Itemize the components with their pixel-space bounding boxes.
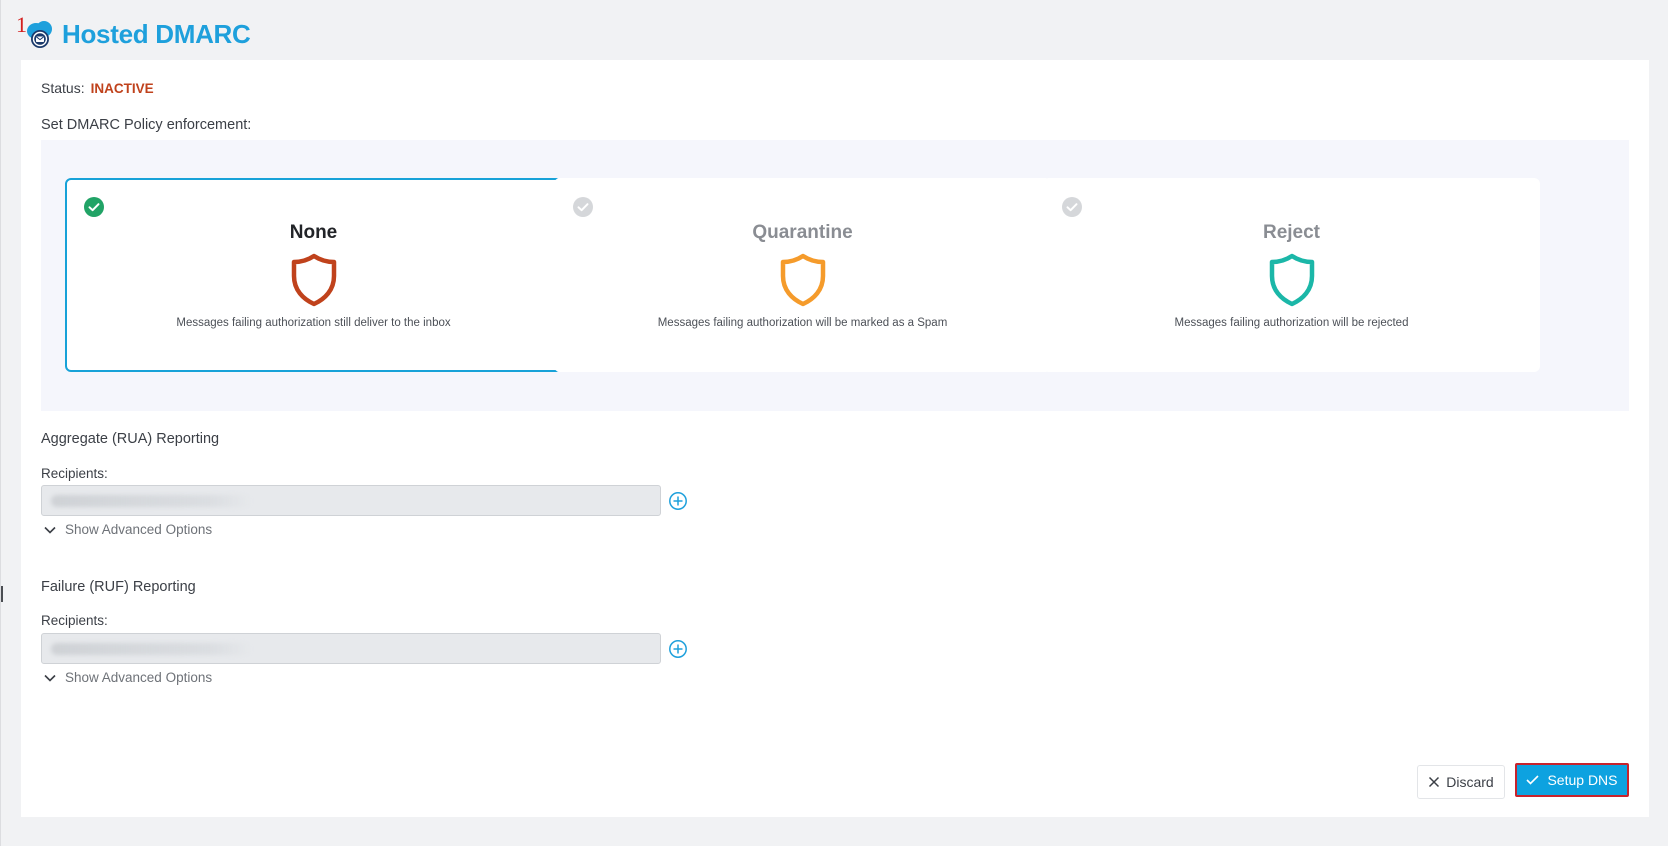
cloud-mail-logo-icon (27, 21, 52, 48)
add-recipient-icon[interactable] (668, 491, 688, 511)
app-title: Hosted DMARC (62, 18, 251, 49)
setup-dns-button[interactable]: Setup DNS (1515, 763, 1629, 797)
main-panel: Status: INACTIVE Set DMARC Policy enforc… (21, 60, 1649, 817)
policy-card-none[interactable]: None Messages failing authorization stil… (65, 178, 562, 372)
ruf-section-title: Failure (RUF) Reporting (41, 579, 196, 595)
policy-description: Messages failing authorization will be m… (657, 317, 948, 329)
close-icon (1429, 776, 1440, 788)
policy-description: Messages failing authorization will be r… (1174, 317, 1409, 329)
policy-section-label: Set DMARC Policy enforcement: (41, 117, 252, 133)
app-header: Hosted DMARC (24, 18, 251, 50)
status-row: Status: INACTIVE (41, 80, 154, 96)
policy-description: Messages failing authorization still del… (176, 317, 451, 329)
ruf-show-advanced-toggle[interactable]: Show Advanced Options (43, 670, 212, 685)
rua-recipients-input[interactable] (41, 485, 661, 516)
add-recipient-icon[interactable] (668, 639, 688, 659)
check-icon (1526, 775, 1540, 785)
check-circle-icon (573, 197, 593, 217)
rua-recipients-label: Recipients: (41, 466, 108, 481)
show-advanced-label: Show Advanced Options (65, 522, 213, 537)
policy-card-reject[interactable]: Reject Messages failing authorization wi… (1043, 178, 1540, 372)
setup-dns-label: Setup DNS (1547, 772, 1618, 788)
rua-section-title: Aggregate (RUA) Reporting (41, 431, 220, 447)
shield-icon (291, 253, 336, 307)
policy-card-quarantine[interactable]: Quarantine Messages failing authorizatio… (554, 178, 1051, 372)
policy-options: None Messages failing authorization stil… (41, 140, 1629, 411)
shield-icon (780, 253, 825, 307)
show-advanced-label: Show Advanced Options (65, 670, 213, 685)
chevron-down-icon (44, 526, 56, 534)
status-badge: INACTIVE (90, 81, 154, 96)
app-window: 1 Hosted DMARC Status: INACTIVE Set DMAR… (0, 0, 1668, 846)
status-label: Status: (41, 80, 85, 96)
discard-label: Discard (1446, 774, 1494, 790)
chevron-down-icon (44, 674, 56, 682)
rua-show-advanced-toggle[interactable]: Show Advanced Options (43, 522, 212, 537)
policy-name: None (289, 222, 338, 243)
ruf-recipients-input[interactable] (41, 633, 661, 664)
check-circle-icon (1062, 197, 1082, 217)
policy-name: Reject (1262, 222, 1321, 243)
check-circle-icon (84, 197, 104, 217)
discard-button[interactable]: Discard (1417, 765, 1505, 799)
shield-icon (1269, 253, 1314, 307)
ruf-recipients-label: Recipients: (41, 613, 108, 628)
window-edge-tick (1, 586, 3, 602)
policy-name: Quarantine (752, 222, 853, 243)
